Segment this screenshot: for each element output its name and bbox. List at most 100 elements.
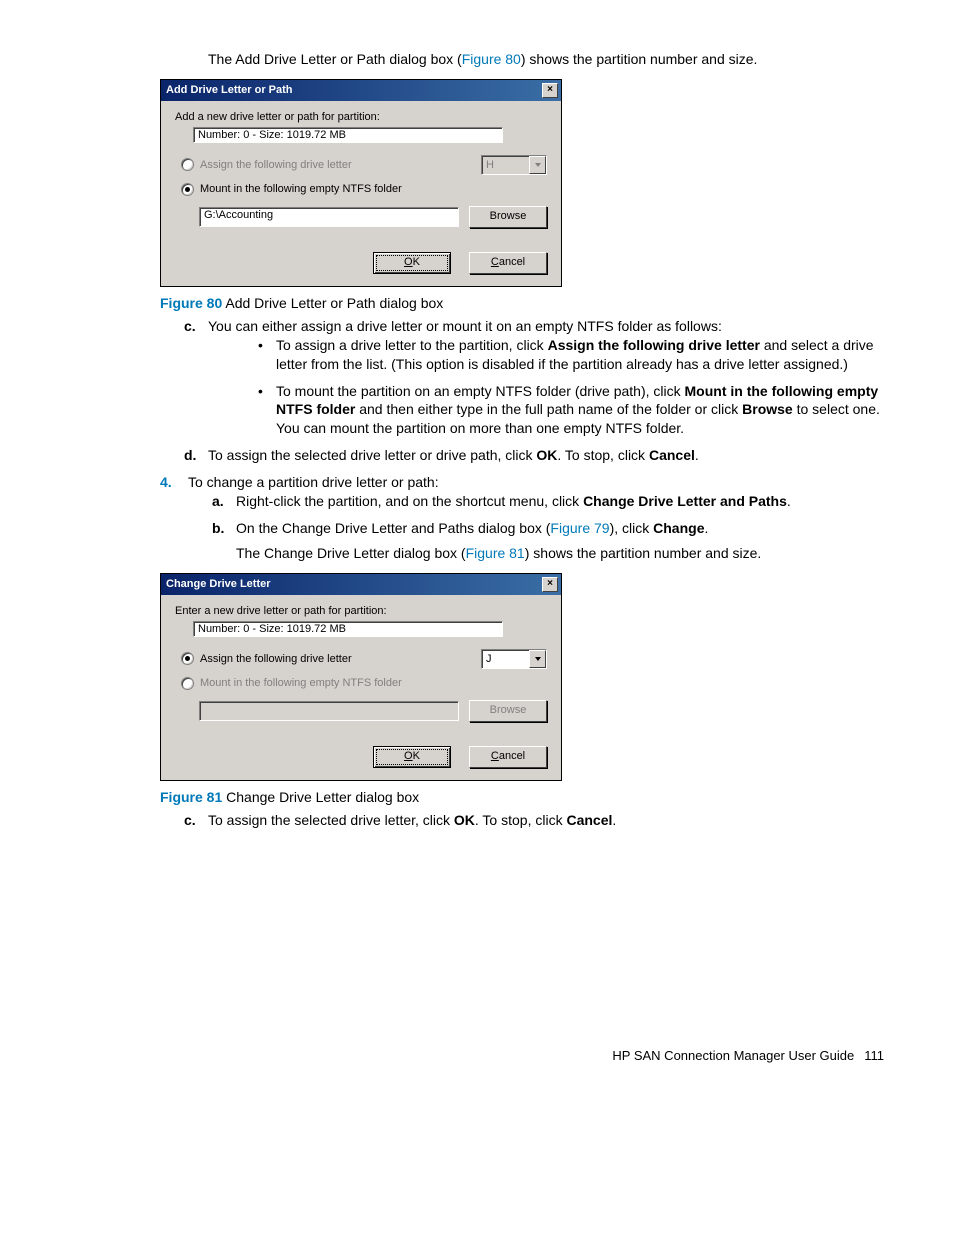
partition-info-box: Number: 0 - Size: 1019.72 MB bbox=[193, 621, 503, 637]
assign-letter-radio[interactable] bbox=[181, 158, 194, 171]
bold: Assign the following drive letter bbox=[548, 337, 760, 353]
text: The Change Drive Letter dialog box ( bbox=[236, 545, 466, 561]
assign-letter-radio-row: Assign the following drive letter J bbox=[181, 649, 547, 669]
mount-folder-radio-row: Mount in the following empty NTFS folder bbox=[181, 677, 547, 690]
step-4c-list: c. To assign the selected drive letter, … bbox=[160, 811, 884, 830]
text: and then either type in the full path na… bbox=[355, 401, 742, 417]
text: . bbox=[695, 447, 699, 463]
page-footer: HP SAN Connection Manager User Guide 111 bbox=[60, 838, 884, 1063]
text: ) shows the partition number and size. bbox=[521, 51, 758, 67]
drive-letter-value: J bbox=[486, 653, 492, 665]
text: The Add Drive Letter or Path dialog box … bbox=[208, 51, 462, 67]
assign-letter-radio-row: Assign the following drive letter H bbox=[181, 155, 547, 175]
ntfs-path-input[interactable]: G:\Accounting bbox=[199, 207, 459, 227]
assign-letter-label: Assign the following drive letter bbox=[200, 653, 352, 665]
ntfs-path-input bbox=[199, 701, 459, 721]
figure-number: Figure 81 bbox=[160, 789, 222, 805]
bold: Cancel bbox=[649, 447, 695, 463]
mount-folder-radio-row: Mount in the following empty NTFS folder bbox=[181, 183, 547, 196]
mount-folder-label: Mount in the following empty NTFS folder bbox=[200, 677, 402, 689]
marker: b. bbox=[212, 519, 224, 538]
figure-79-link[interactable]: Figure 79 bbox=[550, 520, 609, 536]
step-4a: a. Right-click the partition, and on the… bbox=[188, 492, 884, 511]
bullet-mount: To mount the partition on an empty NTFS … bbox=[208, 382, 884, 439]
figure-81-caption: Figure 81 Change Drive Letter dialog box bbox=[160, 789, 884, 805]
dialog-prompt: Add a new drive letter or path for parti… bbox=[175, 111, 547, 123]
ok-text-tail: K bbox=[413, 750, 420, 762]
figure-81-link[interactable]: Figure 81 bbox=[466, 545, 525, 561]
path-input-row: G:\Accounting Browse bbox=[175, 204, 547, 228]
step-c-bullets: To assign a drive letter to the partitio… bbox=[208, 336, 884, 438]
ok-button[interactable]: OK bbox=[373, 252, 451, 274]
mount-folder-radio[interactable] bbox=[181, 677, 194, 690]
page-number: 111 bbox=[864, 1048, 884, 1063]
intro-paragraph: The Add Drive Letter or Path dialog box … bbox=[208, 50, 884, 69]
ok-button[interactable]: OK bbox=[373, 746, 451, 768]
text: . To stop, click bbox=[475, 812, 567, 828]
marker: 4. bbox=[160, 473, 172, 492]
path-input-row: Browse bbox=[175, 698, 547, 722]
dialog-titlebar: Add Drive Letter or Path × bbox=[161, 80, 561, 101]
mount-folder-label: Mount in the following empty NTFS folder bbox=[200, 183, 402, 195]
bold: Cancel bbox=[566, 812, 612, 828]
step-4b: b. On the Change Drive Letter and Paths … bbox=[188, 519, 884, 563]
bold: Change bbox=[653, 520, 704, 536]
marker: c. bbox=[184, 811, 196, 830]
text: You can either assign a drive letter or … bbox=[208, 318, 722, 334]
close-icon[interactable]: × bbox=[542, 577, 558, 592]
chevron-down-icon bbox=[529, 156, 546, 174]
bullet-assign: To assign a drive letter to the partitio… bbox=[208, 336, 884, 374]
dialog-body: Enter a new drive letter or path for par… bbox=[161, 595, 561, 780]
assign-letter-label: Assign the following drive letter bbox=[200, 159, 352, 171]
bold: OK bbox=[454, 812, 475, 828]
text: . To stop, click bbox=[557, 447, 649, 463]
dialog-prompt: Enter a new drive letter or path for par… bbox=[175, 605, 547, 617]
cancel-button[interactable]: Cancel bbox=[469, 252, 547, 274]
figure-80-caption: Figure 80 Add Drive Letter or Path dialo… bbox=[160, 295, 884, 311]
text: Right-click the partition, and on the sh… bbox=[236, 493, 583, 509]
text: To assign the selected drive letter, cli… bbox=[208, 812, 454, 828]
dialog-button-row: OK Cancel bbox=[175, 746, 547, 768]
bold: OK bbox=[536, 447, 557, 463]
text: . bbox=[612, 812, 616, 828]
mount-folder-radio[interactable] bbox=[181, 183, 194, 196]
step-4: 4. To change a partition drive letter or … bbox=[160, 473, 884, 563]
chevron-down-icon bbox=[529, 650, 546, 668]
figure-80-link[interactable]: Figure 80 bbox=[462, 51, 521, 67]
text: To assign the selected drive letter or d… bbox=[208, 447, 536, 463]
page: The Add Drive Letter or Path dialog box … bbox=[0, 0, 954, 1113]
text: To assign a drive letter to the partitio… bbox=[276, 337, 548, 353]
text: ), click bbox=[610, 520, 654, 536]
dialog-body: Add a new drive letter or path for parti… bbox=[161, 101, 561, 286]
drive-letter-select[interactable]: H bbox=[481, 155, 547, 175]
text: ) shows the partition number and size. bbox=[525, 545, 762, 561]
step-c: c. You can either assign a drive letter o… bbox=[160, 317, 884, 438]
text: . bbox=[787, 493, 791, 509]
step-4-item: 4. To change a partition drive letter or … bbox=[160, 473, 884, 563]
bold: Change Drive Letter and Paths bbox=[583, 493, 787, 509]
step-4c: c. To assign the selected drive letter, … bbox=[160, 811, 884, 830]
marker: d. bbox=[184, 446, 196, 465]
dialog-button-row: OK Cancel bbox=[175, 252, 547, 274]
marker: a. bbox=[212, 492, 224, 511]
cancel-text-tail: ancel bbox=[499, 750, 525, 762]
dialog-title: Change Drive Letter bbox=[166, 578, 271, 590]
substeps-c-d: c. You can either assign a drive letter o… bbox=[160, 317, 884, 465]
cancel-button[interactable]: Cancel bbox=[469, 746, 547, 768]
marker: c. bbox=[184, 317, 196, 336]
partition-info-box: Number: 0 - Size: 1019.72 MB bbox=[193, 127, 503, 143]
assign-letter-radio[interactable] bbox=[181, 652, 194, 665]
change-drive-letter-dialog: Change Drive Letter × Enter a new drive … bbox=[160, 573, 562, 781]
ok-text-tail: K bbox=[413, 256, 420, 268]
cancel-text-tail: ancel bbox=[499, 256, 525, 268]
browse-button[interactable]: Browse bbox=[469, 206, 547, 228]
step-d: d. To assign the selected drive letter o… bbox=[160, 446, 884, 465]
text: On the Change Drive Letter and Paths dia… bbox=[236, 520, 550, 536]
footer-title: HP SAN Connection Manager User Guide bbox=[612, 1048, 854, 1063]
close-icon[interactable]: × bbox=[542, 83, 558, 98]
drive-letter-value: H bbox=[486, 159, 494, 171]
bold: Browse bbox=[742, 401, 793, 417]
text: To change a partition drive letter or pa… bbox=[188, 474, 439, 490]
dialog-titlebar: Change Drive Letter × bbox=[161, 574, 561, 595]
drive-letter-select[interactable]: J bbox=[481, 649, 547, 669]
